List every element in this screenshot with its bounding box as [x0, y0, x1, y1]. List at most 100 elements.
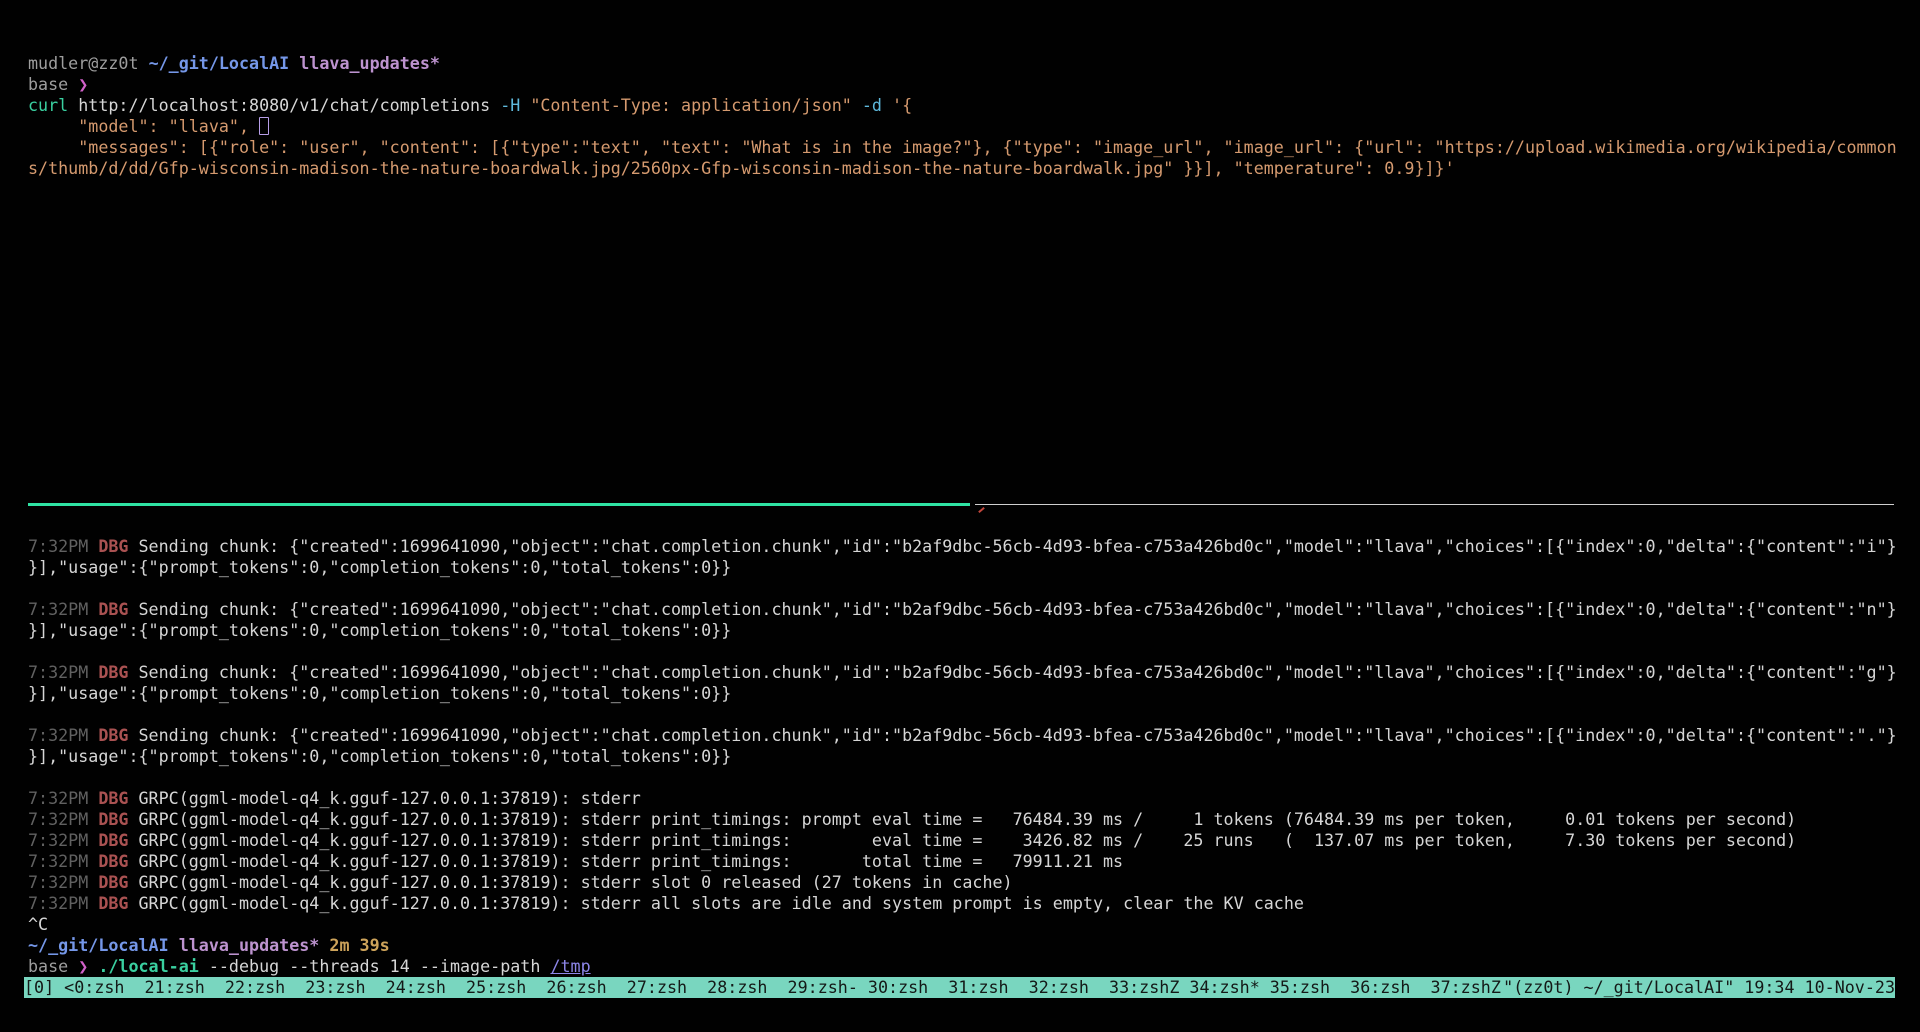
blank-line [28, 242, 1920, 263]
text-segment: 7:32PM [28, 851, 98, 871]
text-segment: GRPC(ggml-model-q4_k.gguf-127.0.0.1:3781… [139, 809, 1797, 829]
terminal-line: ~/_git/LocalAI llava_updates* 2m 39s [28, 935, 1920, 956]
tmux-window-list[interactable]: [0] <0:zsh 21:zsh 22:zsh 23:zsh 24:zsh 2… [24, 977, 1501, 998]
terminal-line: 7:32PM DBG GRPC(ggml-model-q4_k.gguf-127… [28, 872, 1920, 893]
text-segment: '{ [892, 95, 912, 115]
output-divider-line [28, 494, 1894, 515]
blank-line [28, 704, 1920, 725]
blank-line [28, 767, 1920, 788]
text-segment: }],"usage":{"prompt_tokens":0,"completio… [28, 683, 731, 703]
text-segment [88, 956, 98, 976]
terminal-cursor [259, 117, 269, 135]
terminal-line: base ❯ ./local-ai --debug --threads 14 -… [28, 956, 1920, 977]
blank-line [28, 515, 1920, 536]
text-segment: "messages": [{"role": "user", "content":… [28, 137, 1897, 157]
text-segment: GRPC(ggml-model-q4_k.gguf-127.0.0.1:3781… [139, 788, 641, 808]
terminal-line: }],"usage":{"prompt_tokens":0,"completio… [28, 683, 1920, 704]
terminal-line: 7:32PM DBG GRPC(ggml-model-q4_k.gguf-127… [28, 851, 1920, 872]
text-segment: DBG [98, 872, 138, 892]
text-segment: ❯ [78, 74, 88, 94]
text-segment: DBG [98, 662, 138, 682]
terminal-line: 7:32PM DBG Sending chunk: {"created":169… [28, 536, 1920, 557]
tmp-path-link[interactable]: /tmp [550, 956, 590, 976]
text-segment: ./local-ai [98, 956, 198, 976]
terminal-line: "model": "llava", [28, 116, 1920, 137]
divider-white-segment [975, 504, 1894, 505]
text-segment: Sending chunk: {"created":1699641090,"ob… [139, 662, 1897, 682]
terminal-line: ^C [28, 914, 1920, 935]
text-segment: GRPC(ggml-model-q4_k.gguf-127.0.0.1:3781… [139, 893, 1304, 913]
terminal-line: }],"usage":{"prompt_tokens":0,"completio… [28, 620, 1920, 641]
terminal-line: }],"usage":{"prompt_tokens":0,"completio… [28, 557, 1920, 578]
text-segment: "model": "llava", [28, 116, 259, 136]
terminal-line: 7:32PM DBG GRPC(ggml-model-q4_k.gguf-127… [28, 830, 1920, 851]
terminal-line: 7:32PM DBG Sending chunk: {"created":169… [28, 725, 1920, 746]
text-segment: DBG [98, 830, 138, 850]
terminal-line: 7:32PM DBG Sending chunk: {"created":169… [28, 662, 1920, 683]
text-segment: 7:32PM [28, 536, 98, 556]
text-segment [882, 95, 892, 115]
text-segment: GRPC(ggml-model-q4_k.gguf-127.0.0.1:3781… [139, 851, 1124, 871]
text-segment: 7:32PM [28, 725, 98, 745]
tmux-status-bar[interactable]: [0] <0:zsh 21:zsh 22:zsh 23:zsh 24:zsh 2… [24, 977, 1895, 998]
terminal-line: 7:32PM DBG GRPC(ggml-model-q4_k.gguf-127… [28, 809, 1920, 830]
text-segment: http://localhost:8080/v1/chat/completion… [68, 95, 500, 115]
text-segment [319, 935, 329, 955]
text-segment: ~/_git/LocalAI [149, 53, 290, 73]
terminal-line: base ❯ [28, 74, 1920, 95]
text-segment: base [28, 74, 78, 94]
tmux-status-right: "(zz0t) ~/_git/LocalAI" 19:34 10-Nov-23 [1503, 977, 1895, 998]
text-segment: 7:32PM [28, 830, 98, 850]
blank-line [28, 284, 1920, 305]
text-segment: }],"usage":{"prompt_tokens":0,"completio… [28, 620, 731, 640]
blank-line [28, 305, 1920, 326]
terminal-output: mudler@zz0t ~/_git/LocalAI llava_updates… [28, 53, 1920, 977]
blank-line [28, 431, 1920, 452]
text-segment: Sending chunk: {"created":1699641090,"ob… [139, 725, 1897, 745]
text-segment: base [28, 956, 78, 976]
divider-teal-segment [28, 503, 970, 506]
text-segment: Sending chunk: {"created":1699641090,"ob… [139, 536, 1897, 556]
text-segment: s/thumb/d/dd/Gfp-wisconsin-madison-the-n… [28, 158, 1455, 178]
text-segment: 7:32PM [28, 893, 98, 913]
text-segment: DBG [98, 725, 138, 745]
terminal-line: 7:32PM DBG Sending chunk: {"created":169… [28, 599, 1920, 620]
text-segment: DBG [98, 893, 138, 913]
text-segment: 2m 39s [329, 935, 389, 955]
text-segment: }],"usage":{"prompt_tokens":0,"completio… [28, 746, 731, 766]
text-segment: curl [28, 95, 68, 115]
text-segment: GRPC(ggml-model-q4_k.gguf-127.0.0.1:3781… [139, 830, 1797, 850]
text-segment: --debug --threads 14 --image-path [199, 956, 551, 976]
blank-line [28, 221, 1920, 242]
text-segment: llava_updates* [169, 935, 320, 955]
text-segment: ^C [28, 914, 48, 934]
text-segment: 7:32PM [28, 872, 98, 892]
text-segment: DBG [98, 599, 138, 619]
blank-line [28, 389, 1920, 410]
blank-line [28, 578, 1920, 599]
text-segment: ❯ [78, 956, 88, 976]
blank-line [28, 452, 1920, 473]
blank-line [28, 200, 1920, 221]
text-segment: DBG [98, 788, 138, 808]
text-segment: 7:32PM [28, 809, 98, 829]
terminal-screen[interactable]: mudler@zz0t ~/_git/LocalAI llava_updates… [28, 53, 1920, 977]
terminal-line: curl http://localhost:8080/v1/chat/compl… [28, 95, 1920, 116]
text-segment: }],"usage":{"prompt_tokens":0,"completio… [28, 557, 731, 577]
text-segment: -H [500, 95, 520, 115]
blank-line [28, 263, 1920, 284]
terminal-line: s/thumb/d/dd/Gfp-wisconsin-madison-the-n… [28, 158, 1920, 179]
blank-line [28, 326, 1920, 347]
terminal-line: }],"usage":{"prompt_tokens":0,"completio… [28, 746, 1920, 767]
text-segment [852, 95, 862, 115]
text-segment: 7:32PM [28, 662, 98, 682]
divider-red-tick [978, 507, 985, 513]
blank-line [28, 641, 1920, 662]
blank-line [28, 179, 1920, 200]
terminal-line: 7:32PM DBG GRPC(ggml-model-q4_k.gguf-127… [28, 893, 1920, 914]
blank-line [28, 410, 1920, 431]
blank-line [28, 368, 1920, 389]
text-segment: -d [862, 95, 882, 115]
text-segment: DBG [98, 536, 138, 556]
terminal-line: mudler@zz0t ~/_git/LocalAI llava_updates… [28, 53, 1920, 74]
